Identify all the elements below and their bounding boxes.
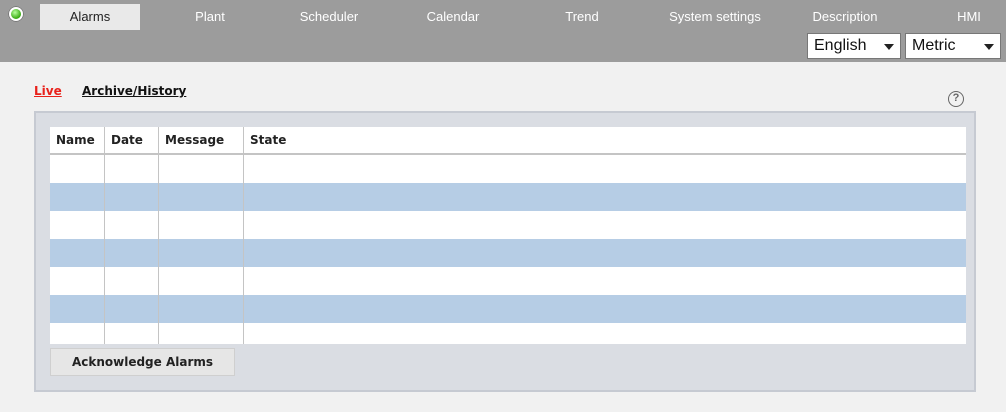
table-cell: [243, 183, 966, 211]
tab-description[interactable]: Description: [795, 4, 895, 30]
table-cell: [104, 239, 159, 267]
table-cell: [244, 211, 967, 239]
table-cell: [50, 267, 105, 295]
column-header-state[interactable]: State: [243, 127, 966, 155]
table-cell: [158, 154, 244, 183]
table-row[interactable]: [50, 295, 966, 323]
table-cell: [158, 211, 244, 239]
table-cell: [50, 239, 105, 267]
table-cell: [104, 154, 159, 183]
table-cell: [158, 295, 244, 323]
alarms-panel: Name Date Message State Acknowledge Alar…: [34, 111, 976, 392]
table-row[interactable]: [50, 323, 966, 344]
table-row[interactable]: [50, 211, 966, 239]
top-navigation-bar: Alarms Plant Scheduler Calendar Trend Sy…: [0, 0, 1006, 62]
table-cell: [104, 211, 159, 239]
table-cell: [104, 183, 159, 211]
table-cell: [244, 154, 967, 183]
table-cell: [50, 183, 105, 211]
table-cell: [158, 239, 244, 267]
subnav-archive-history[interactable]: Archive/History: [82, 84, 186, 98]
units-select-value: Metric: [912, 37, 956, 54]
language-select-value: English: [814, 37, 867, 54]
tab-trend[interactable]: Trend: [542, 4, 622, 30]
table-cell: [158, 183, 244, 211]
help-icon[interactable]: ?: [948, 91, 964, 107]
table-row[interactable]: [50, 267, 966, 295]
table-row[interactable]: [50, 183, 966, 211]
table-cell: [243, 239, 966, 267]
tab-alarms[interactable]: Alarms: [40, 4, 140, 30]
tab-system-settings[interactable]: System settings: [655, 4, 775, 30]
column-header-message[interactable]: Message: [158, 127, 244, 155]
table-cell: [244, 323, 967, 344]
table-cell: [243, 295, 966, 323]
chevron-down-icon: [884, 44, 894, 50]
table-row[interactable]: [50, 154, 966, 183]
table-cell: [104, 295, 159, 323]
column-header-date[interactable]: Date: [104, 127, 159, 155]
language-select[interactable]: English: [807, 33, 901, 59]
table-cell: [50, 211, 105, 239]
table-cell: [244, 267, 967, 295]
acknowledge-alarms-button[interactable]: Acknowledge Alarms: [50, 348, 235, 376]
table-row[interactable]: [50, 239, 966, 267]
tab-hmi[interactable]: HMI: [942, 4, 996, 30]
tab-scheduler[interactable]: Scheduler: [274, 4, 384, 30]
status-light-icon: [8, 6, 24, 22]
tab-plant[interactable]: Plant: [160, 4, 260, 30]
chevron-down-icon: [984, 44, 994, 50]
tab-calendar[interactable]: Calendar: [398, 4, 508, 30]
table-cell: [50, 295, 105, 323]
subnav-live[interactable]: Live: [34, 84, 62, 98]
table-cell: [50, 154, 105, 183]
table-cell: [158, 267, 244, 295]
table-cell: [104, 267, 159, 295]
table-cell: [104, 323, 159, 344]
units-select[interactable]: Metric: [905, 33, 1001, 59]
alarms-table: Name Date Message State: [50, 127, 966, 344]
table-cell: [158, 323, 244, 344]
table-header-row: Name Date Message State: [50, 127, 966, 155]
table-cell: [50, 323, 105, 344]
column-header-name[interactable]: Name: [50, 127, 105, 155]
